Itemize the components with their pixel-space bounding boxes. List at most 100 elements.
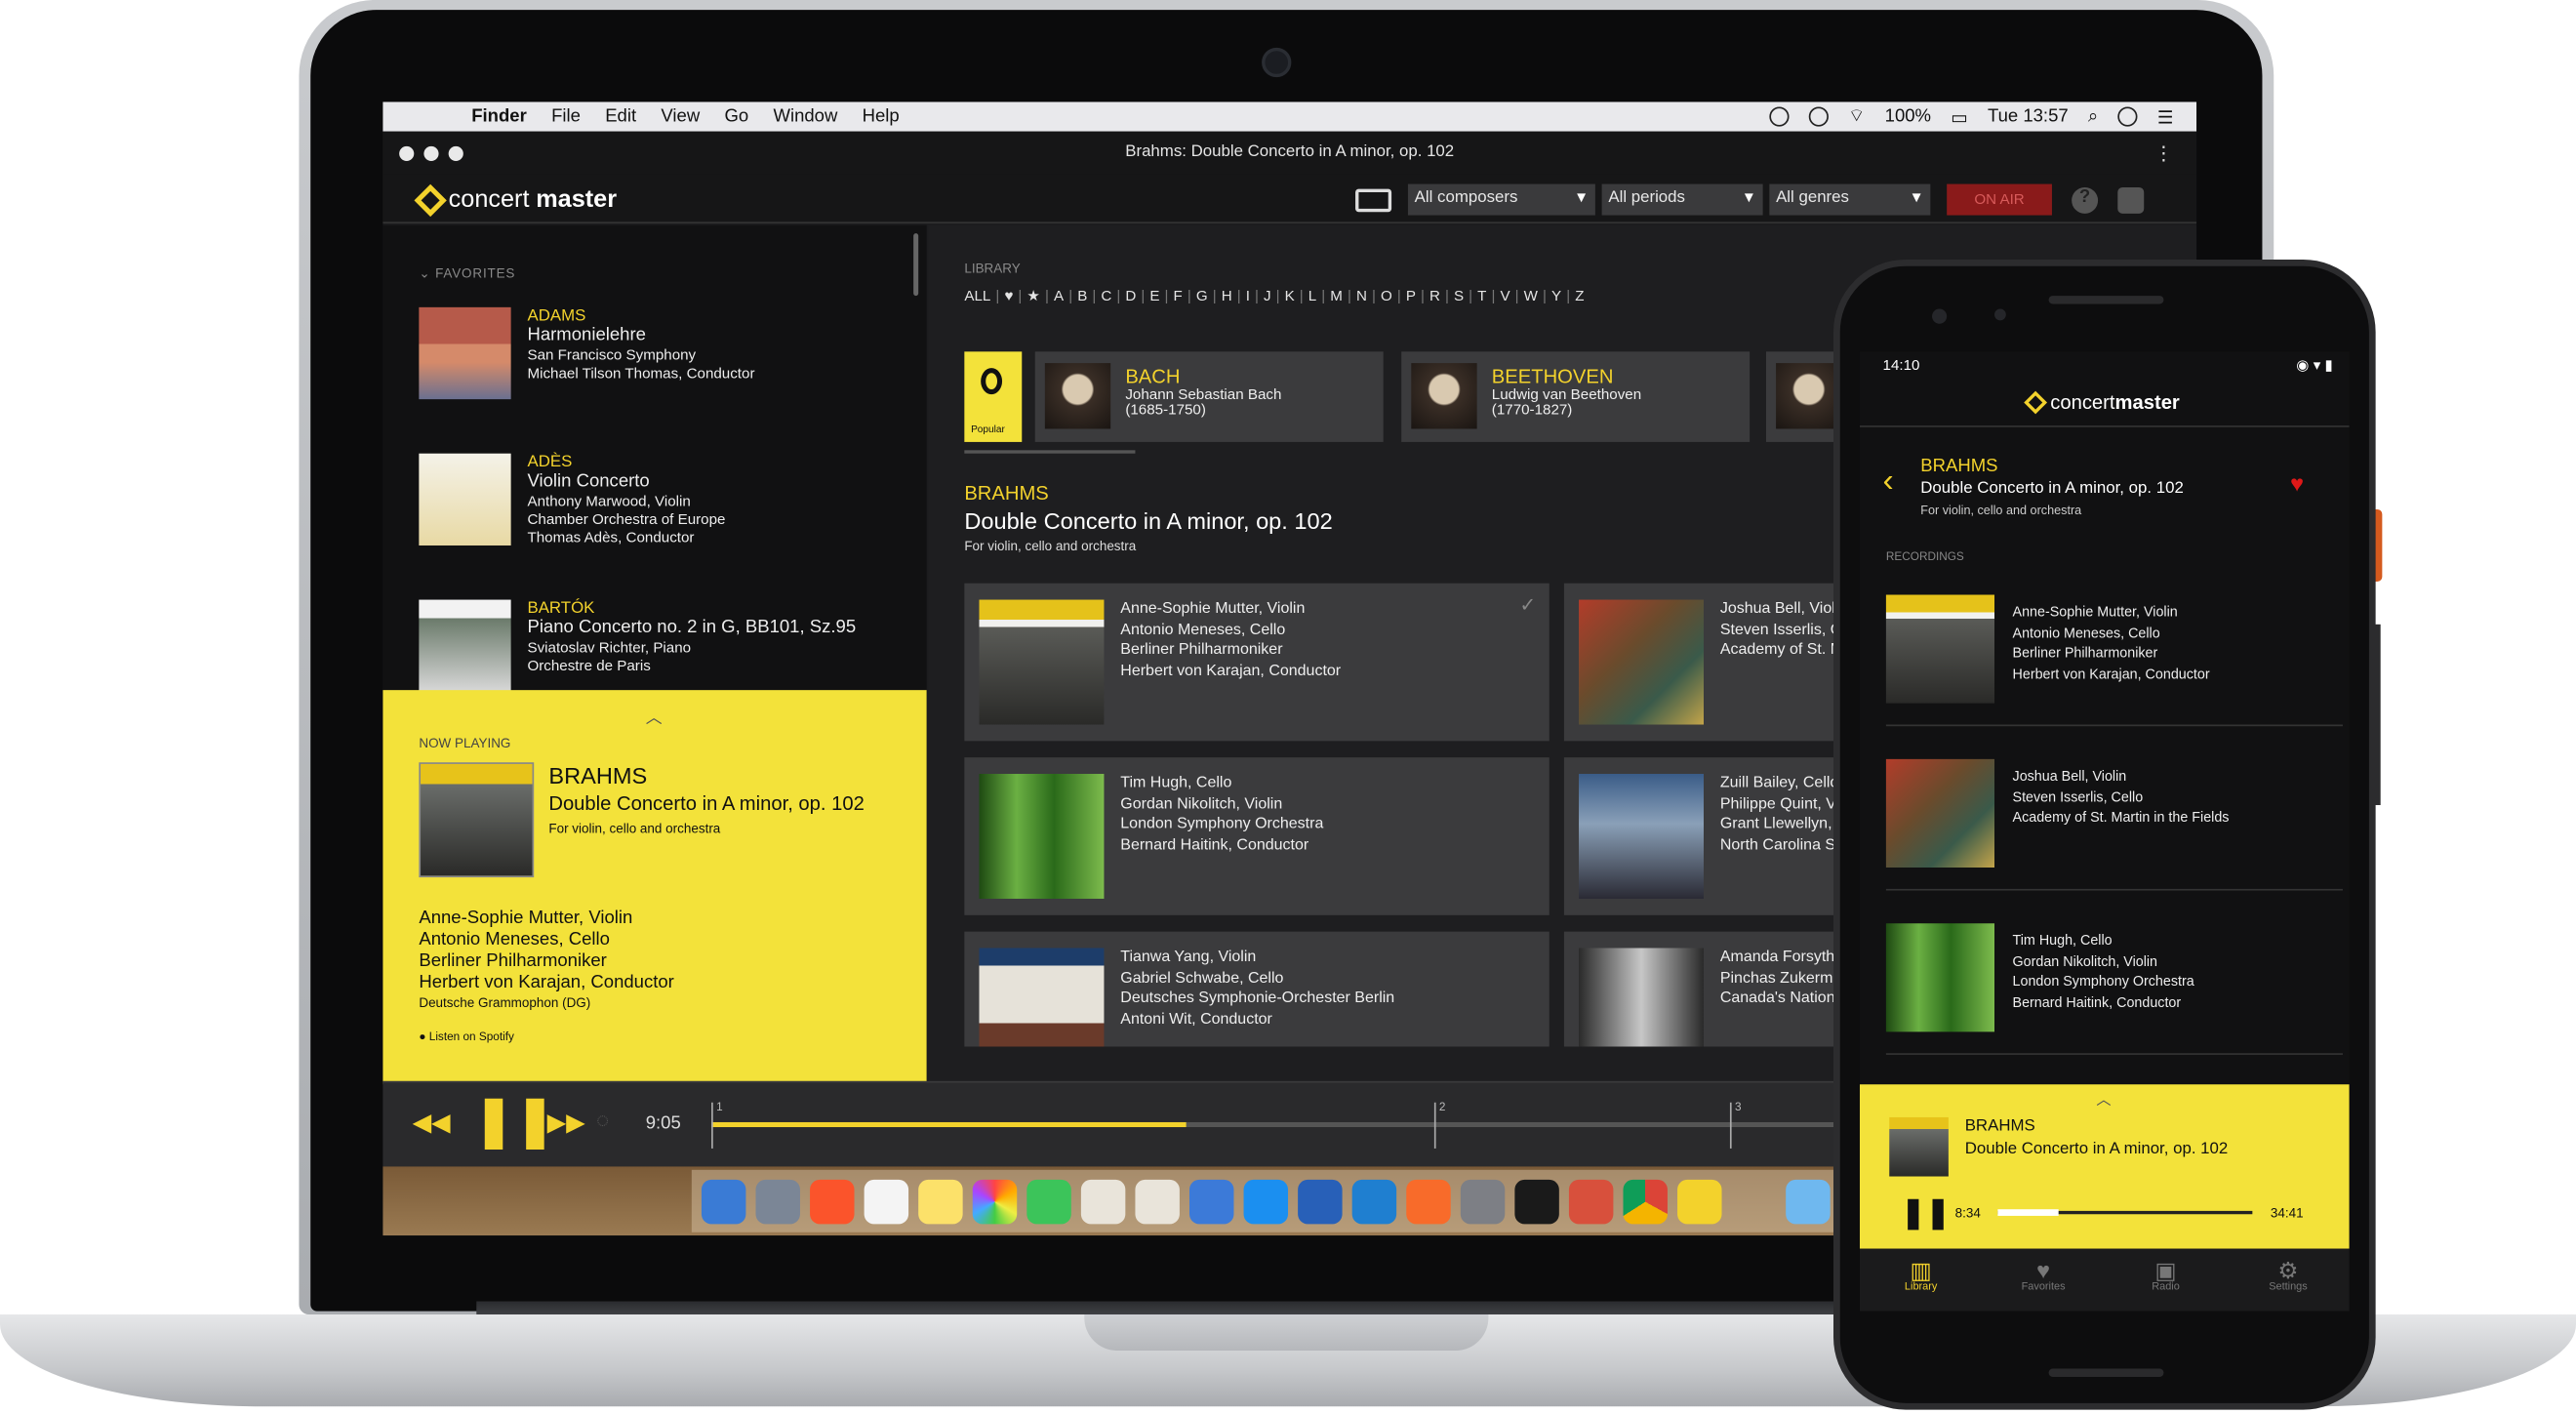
alphabet-letter[interactable]: N <box>1356 288 1367 306</box>
recording-item[interactable]: Anne-Sophie Mutter, Violin Antonio Menes… <box>1885 579 2343 727</box>
clock[interactable]: Tue 13:57 <box>1988 106 2069 126</box>
pause-icon[interactable]: ❚❚ <box>473 1097 556 1148</box>
alphabet-letter[interactable]: Z <box>1575 288 1584 306</box>
menu-file[interactable]: File <box>551 106 581 126</box>
on-air-button[interactable]: ON AIR <box>1947 183 2052 216</box>
recording-item[interactable]: Joshua Bell, Violin Steven Isserlis, Cel… <box>1885 743 2343 891</box>
alphabet-letter[interactable]: L <box>1308 288 1316 306</box>
alphabet-letter[interactable]: J <box>1264 288 1271 306</box>
numbers-icon[interactable] <box>1135 1179 1180 1224</box>
facetime-icon[interactable] <box>1026 1179 1071 1224</box>
composer-filter[interactable]: All composers <box>1407 183 1595 216</box>
photos-icon[interactable] <box>972 1179 1018 1224</box>
spotify-link[interactable]: ● Listen on Spotify <box>419 1031 514 1043</box>
popular-tab[interactable]: Popular <box>964 351 1023 442</box>
progress-track[interactable] <box>1997 1209 2253 1216</box>
battery-text[interactable]: 100% <box>1885 106 1931 126</box>
radio-icon[interactable] <box>1355 187 1392 212</box>
image-app-icon[interactable] <box>1568 1179 1614 1224</box>
calendar-icon[interactable] <box>864 1179 909 1224</box>
tab-radio[interactable]: ▣ Radio <box>2105 1249 2227 1312</box>
recording-card[interactable]: Tianwa Yang, Violin Gabriel Schwabe, Cel… <box>964 931 1550 1047</box>
app-logo[interactable]: concert master <box>2024 390 2180 415</box>
alphabet-letter[interactable]: C <box>1101 288 1111 306</box>
system-preferences-icon[interactable] <box>1460 1179 1506 1224</box>
app-logo[interactable]: concert master <box>414 182 617 217</box>
wifi-icon[interactable]: ⌔ <box>1848 105 1865 129</box>
alphabet-letter[interactable]: P <box>1406 288 1416 306</box>
pause-icon[interactable]: ❚❚ <box>1901 1196 1951 1231</box>
alphabet-letter[interactable]: E <box>1149 288 1159 306</box>
favorite-item[interactable]: ADAMS Harmonielehre San Francisco Sympho… <box>419 306 911 403</box>
chrome-icon[interactable] <box>1623 1179 1668 1224</box>
alphabet-letter[interactable]: V <box>1500 288 1509 306</box>
alphabet-letter[interactable]: Y <box>1551 288 1561 306</box>
recording-item[interactable]: Tim Hugh, Cello Gordan Nikolitch, Violin… <box>1885 907 2343 1055</box>
alphabet-letter[interactable]: B <box>1077 288 1087 306</box>
favorite-item[interactable]: ADÈS Violin Concerto Anthony Marwood, Vi… <box>419 453 911 549</box>
phone-now-playing[interactable]: ︿ BRAHMS Double Concerto in A minor, op.… <box>1859 1084 2350 1249</box>
alphabet-letter[interactable]: R <box>1429 288 1440 306</box>
alphabet-letter[interactable]: ♥ <box>1004 288 1013 306</box>
heart-icon[interactable]: ♥ <box>2290 470 2304 497</box>
recording-card[interactable]: Tim Hugh, Cello Gordan Nikolitch, Violin… <box>964 757 1550 915</box>
alphabet-letter[interactable]: ★ <box>1026 288 1040 306</box>
finder-icon[interactable] <box>701 1179 746 1224</box>
menu-finder[interactable]: Finder <box>471 106 527 126</box>
alphabet-letter[interactable]: I <box>1246 288 1250 306</box>
alphabet-letter[interactable]: F <box>1174 288 1183 306</box>
xcode-icon[interactable] <box>1298 1179 1343 1224</box>
menu-window[interactable]: Window <box>773 106 837 126</box>
menu-edit[interactable]: Edit <box>605 106 636 126</box>
notes-icon[interactable] <box>918 1179 963 1224</box>
tab-settings[interactable]: ⚙ Settings <box>2227 1249 2349 1312</box>
siri-icon[interactable] <box>2117 106 2138 127</box>
alphabet-letter[interactable]: W <box>1524 288 1538 306</box>
app-store-icon[interactable] <box>1243 1179 1289 1224</box>
alphabet-letter[interactable]: M <box>1330 288 1343 306</box>
tab-library[interactable]: ▥ Library <box>1860 1249 1982 1312</box>
alphabet-letter[interactable]: ALL <box>964 288 990 306</box>
alphabet-letter[interactable]: S <box>1454 288 1464 306</box>
movement-marker[interactable]: 3 <box>1729 1102 1742 1149</box>
period-filter[interactable]: All periods <box>1601 183 1763 216</box>
more-icon[interactable]: ⋮ <box>2153 141 2173 165</box>
fast-forward-icon[interactable]: ▶▶ <box>547 1108 585 1137</box>
menu-view[interactable]: View <box>661 106 700 126</box>
rewind-icon[interactable]: ◀◀ <box>413 1108 451 1137</box>
alphabet-letter[interactable]: H <box>1222 288 1232 306</box>
keynote-icon[interactable] <box>1188 1179 1234 1224</box>
movement-marker[interactable]: 2 <box>1433 1102 1445 1149</box>
alphabet-letter[interactable]: T <box>1477 288 1486 306</box>
composer-card[interactable]: BEETHOVEN Ludwig van Beethoven (1770-1827… <box>1401 351 1751 442</box>
composer-card[interactable]: BACH Johann Sebastian Bach (1685-1750) <box>1034 351 1384 442</box>
concertmaster-icon[interactable] <box>1677 1179 1722 1224</box>
alphabet-letter[interactable]: K <box>1285 288 1295 306</box>
movement-marker[interactable]: 1 <box>711 1102 723 1149</box>
scrollbar[interactable] <box>913 233 919 297</box>
control-center-icon[interactable]: ☰ <box>2157 106 2174 127</box>
shield-icon[interactable] <box>1808 106 1829 127</box>
gear-icon[interactable] <box>2117 186 2145 214</box>
collapse-icon[interactable]: ︿ <box>646 704 663 728</box>
vscode-icon[interactable] <box>1351 1179 1397 1224</box>
favorite-item[interactable]: BARTÓK Piano Concerto no. 2 in G, BB101,… <box>419 599 911 696</box>
alphabet-letter[interactable]: D <box>1125 288 1136 306</box>
pages-icon[interactable] <box>1080 1179 1126 1224</box>
postman-icon[interactable] <box>1406 1179 1451 1224</box>
alphabet-letter[interactable]: A <box>1054 288 1064 306</box>
terminal-icon[interactable] <box>1514 1179 1559 1224</box>
menu-go[interactable]: Go <box>724 106 748 126</box>
tab-favorites[interactable]: ♥ Favorites <box>1982 1249 2104 1312</box>
status-icon[interactable] <box>1769 106 1790 127</box>
folder-icon[interactable] <box>1786 1179 1831 1224</box>
recording-card[interactable]: Anne-Sophie Mutter, Violin Antonio Menes… <box>964 583 1550 742</box>
help-icon[interactable]: ? <box>2072 186 2099 214</box>
menu-help[interactable]: Help <box>863 106 900 126</box>
spotlight-icon[interactable]: ⌕ <box>2088 106 2098 128</box>
back-icon[interactable]: ‹ <box>1883 464 1894 502</box>
launchpad-icon[interactable] <box>755 1179 800 1224</box>
alphabet-letter[interactable]: O <box>1381 288 1392 306</box>
expand-icon[interactable]: ︿ <box>2096 1088 2111 1110</box>
genre-filter[interactable]: All genres <box>1769 183 1931 216</box>
